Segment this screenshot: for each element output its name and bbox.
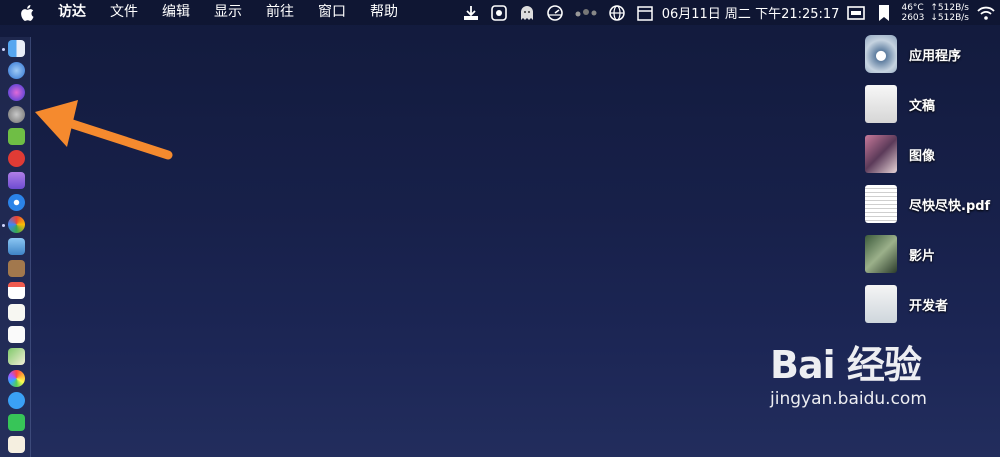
desktop-item-label: 图像 — [909, 148, 936, 164]
documents-folder-icon — [865, 85, 897, 123]
menu-edit[interactable]: 编辑 — [150, 0, 202, 25]
desktop-item-label: 开发者 — [909, 298, 949, 314]
menu-bar: 访达 文件 编辑 显示 前往 窗口 帮助 06月11日 周二 下午21:25:1… — [0, 0, 1000, 25]
running-indicator — [2, 224, 5, 227]
menu-view[interactable]: 显示 — [202, 0, 254, 25]
globe-icon[interactable] — [606, 2, 628, 24]
pictures-folder-icon — [865, 135, 897, 173]
calendar-app-icon[interactable] — [8, 282, 25, 299]
maps-icon[interactable] — [8, 348, 25, 365]
dots-icon[interactable] — [572, 2, 600, 24]
textedit-icon[interactable] — [8, 436, 25, 453]
desktop-item-pictures[interactable]: 图像 — [865, 134, 935, 174]
menu-finder[interactable]: 访达 — [46, 0, 98, 25]
photos-icon[interactable] — [8, 370, 25, 387]
siri-icon[interactable] — [8, 84, 25, 101]
desktop-item-label: 文稿 — [909, 98, 936, 114]
purple-app-icon[interactable] — [8, 172, 25, 189]
notes-book-icon[interactable] — [8, 260, 25, 277]
status-area: 06月11日 周二 下午21:25:17 46°C 2603 ↑512B/s ↓… — [457, 0, 1000, 25]
arrow-annotation — [35, 100, 173, 160]
developer-folder-icon — [865, 285, 897, 323]
menu-go[interactable]: 前往 — [254, 0, 306, 25]
ghost-icon[interactable] — [516, 2, 538, 24]
facetime-icon[interactable] — [8, 414, 25, 431]
gear-icon[interactable] — [488, 2, 510, 24]
display-icon[interactable] — [845, 2, 867, 24]
safari-icon[interactable] — [8, 194, 25, 211]
desktop-item-pdf[interactable]: 尽快尽快.pdf — [865, 184, 990, 224]
baidu-watermark: Bai 经验 jingyan.baidu.com — [770, 345, 927, 409]
network-speed-readout[interactable]: ↑512B/s ↓512B/s — [930, 3, 969, 23]
desktop-item-applications[interactable]: 应用程序 — [865, 34, 961, 74]
upload-speed-text: ↑512B/s — [930, 2, 969, 13]
menu-window[interactable]: 窗口 — [306, 0, 358, 25]
launchpad-icon[interactable] — [8, 62, 25, 79]
watermark-url: jingyan.baidu.com — [770, 389, 927, 409]
calendar-icon[interactable] — [634, 2, 656, 24]
messages-icon[interactable] — [8, 392, 25, 409]
applications-folder-icon — [865, 35, 897, 73]
pdf-file-icon — [865, 185, 897, 223]
desktop-item-movies[interactable]: 影片 — [865, 234, 935, 274]
apple-menu-icon[interactable] — [18, 0, 36, 25]
temperature-fan-readout[interactable]: 46°C 2603 — [901, 3, 924, 23]
image-app-icon[interactable] — [8, 238, 25, 255]
clock[interactable]: 06月11日 周二 下午21:25:17 — [662, 3, 840, 22]
menu-help[interactable]: 帮助 — [358, 0, 410, 25]
speedometer-icon[interactable] — [544, 2, 566, 24]
notes-icon[interactable] — [8, 304, 25, 321]
desktop-item-documents[interactable]: 文稿 — [865, 84, 935, 124]
download-speed-text: ↓512B/s — [930, 12, 969, 23]
temperature-text: 46°C — [901, 2, 924, 13]
running-indicator — [2, 48, 5, 51]
desktop-item-label: 尽快尽快.pdf — [909, 198, 991, 214]
wifi-icon[interactable] — [975, 2, 997, 24]
bookmark-icon[interactable] — [873, 2, 895, 24]
chrome-icon[interactable] — [8, 216, 25, 233]
fan-speed-text: 2603 — [901, 12, 925, 23]
reminders-icon[interactable] — [8, 326, 25, 343]
finder-icon[interactable] — [8, 40, 25, 57]
desktop-item-developer[interactable]: 开发者 — [865, 284, 948, 324]
menu-file[interactable]: 文件 — [98, 0, 150, 25]
movies-folder-icon — [865, 235, 897, 273]
desktop-item-label: 应用程序 — [909, 48, 962, 64]
desktop-item-label: 影片 — [909, 248, 936, 264]
watermark-logo: Bai 经验 — [770, 343, 922, 387]
download-icon[interactable] — [460, 2, 482, 24]
